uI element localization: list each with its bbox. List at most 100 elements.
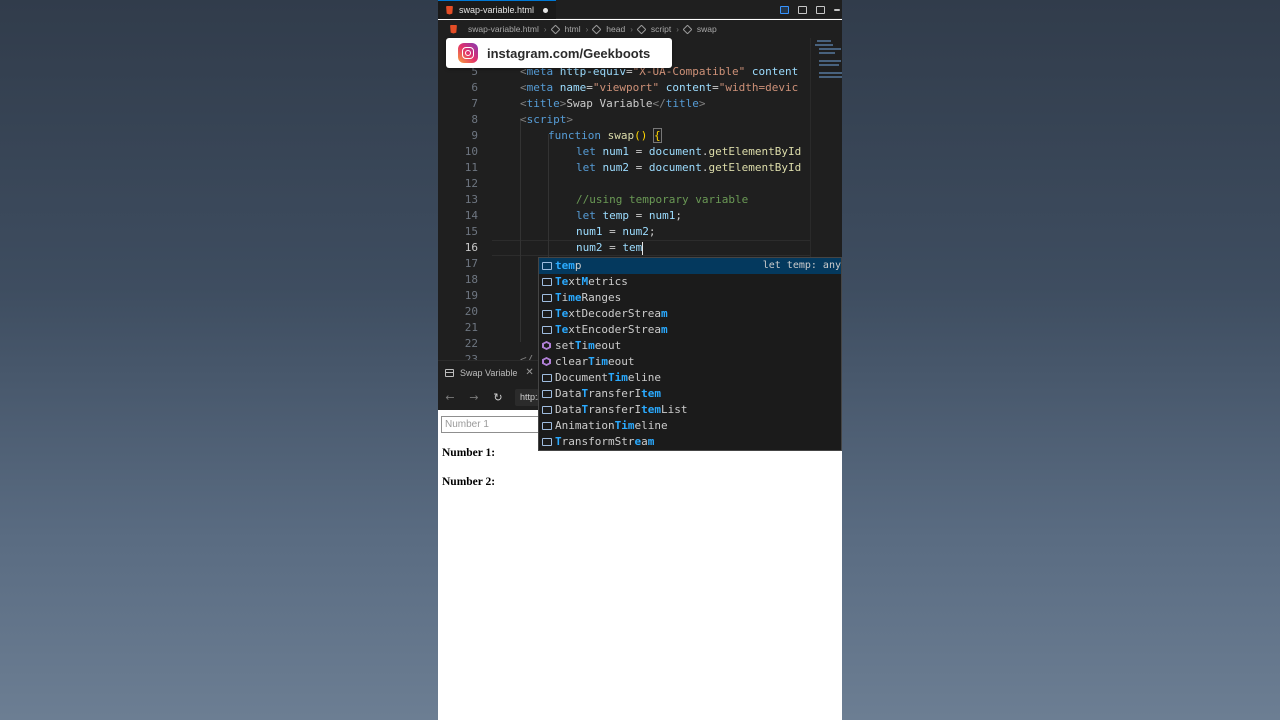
- text-cursor: [642, 241, 644, 255]
- instagram-banner: instagram.com/Geekboots: [446, 38, 672, 68]
- suggestion-label: temp: [555, 259, 582, 272]
- code-line-16: num2 = tem: [576, 241, 644, 255]
- line-number-active: 16: [464, 241, 478, 254]
- line-number: 14: [464, 209, 478, 222]
- method-icon: [542, 341, 551, 350]
- function-icon: [682, 24, 693, 34]
- autocomplete-popup: temp let temp: any TextMetrics TimeRanges Te…: [538, 257, 842, 451]
- chevron-right-icon: ›: [676, 24, 679, 34]
- suggestion-label: DataTransferItem: [555, 387, 661, 400]
- variable-icon: [542, 310, 552, 318]
- suggestion-item[interactable]: DataTransferItem: [539, 386, 841, 402]
- code-line-23: </: [520, 353, 534, 360]
- line-number: 20: [464, 305, 478, 318]
- instagram-handle: instagram.com/Geekboots: [487, 45, 651, 61]
- suggestion-item[interactable]: TimeRanges: [539, 290, 841, 306]
- code-line-15: num1 = num2;: [576, 225, 656, 238]
- indent-guide: [520, 118, 521, 342]
- line-number: 8: [471, 113, 478, 126]
- open-preview-icon[interactable]: [798, 5, 807, 14]
- back-arrow-icon[interactable]: ←: [443, 391, 457, 404]
- suggestion-label: DataTransferItemList: [555, 403, 688, 416]
- code-line-9: function swap() {: [548, 128, 662, 143]
- code-line-8: <script>: [520, 113, 573, 126]
- more-actions-icon[interactable]: [834, 8, 840, 11]
- chevron-right-icon: ›: [630, 24, 633, 34]
- suggestion-label: TransformStream: [555, 435, 655, 448]
- code-line-11: let num2 = document.getElementById: [576, 161, 802, 174]
- suggestion-item[interactable]: setTimeout: [539, 338, 841, 354]
- code-line-6: <meta name="viewport" content="width=dev…: [520, 81, 799, 94]
- line-number: 6: [471, 81, 478, 94]
- suggestion-item[interactable]: DataTransferItemList: [539, 402, 841, 418]
- line-number: 15: [464, 225, 478, 238]
- code-line-10: let num1 = document.getElementById: [576, 145, 802, 158]
- chevron-right-icon: ›: [543, 24, 547, 34]
- suggestion-item[interactable]: TransformStream: [539, 434, 841, 450]
- suggestion-label: TextDecoderStream: [555, 307, 668, 320]
- suggestion-item[interactable]: temp let temp: any: [539, 258, 841, 274]
- copilot-icon[interactable]: [780, 5, 789, 14]
- suggestion-item[interactable]: DocumentTimeline: [539, 370, 841, 386]
- suggestion-label: AnimationTimeline: [555, 419, 668, 432]
- variable-icon: [542, 422, 552, 430]
- variable-icon: [542, 278, 552, 286]
- suggestion-item[interactable]: TextMetrics: [539, 274, 841, 290]
- variable-icon: [542, 294, 552, 302]
- code-line-13: //using temporary variable: [576, 193, 749, 206]
- variable-icon: [542, 262, 552, 270]
- line-number: 12: [464, 177, 478, 190]
- variable-icon: [542, 390, 552, 398]
- line-number: 9: [471, 129, 478, 142]
- app-frame: swap-variable.html swap-variable.html › …: [438, 0, 842, 720]
- html-file-icon: [446, 5, 453, 15]
- editor-actions: [780, 0, 842, 19]
- element-icon: [591, 24, 602, 34]
- number2-label: Number 2:: [442, 476, 496, 488]
- breadcrumb-html[interactable]: html: [565, 24, 581, 34]
- browser-page-icon: [445, 368, 454, 377]
- suggestion-item[interactable]: TextDecoderStream: [539, 306, 841, 322]
- suggestion-detail: let temp: any: [762, 260, 841, 271]
- breadcrumb-file[interactable]: swap-variable.html: [468, 24, 539, 34]
- line-number: 21: [464, 321, 478, 334]
- forward-arrow-icon[interactable]: →: [467, 391, 481, 404]
- method-icon: [542, 357, 551, 366]
- line-number: 22: [464, 337, 478, 350]
- line-number: 10: [464, 145, 478, 158]
- chevron-right-icon: ›: [585, 24, 589, 34]
- suggestion-label: clearTimeout: [555, 355, 635, 368]
- line-number: 11: [464, 161, 478, 174]
- editor-tab[interactable]: swap-variable.html: [438, 0, 556, 19]
- suggestion-label: TextEncoderStream: [555, 323, 668, 336]
- suggestion-label: TimeRanges: [555, 291, 622, 304]
- variable-icon: [542, 374, 552, 382]
- editor-tab-bar: swap-variable.html: [438, 0, 842, 19]
- line-number: 23: [464, 353, 478, 360]
- browser-tab-title[interactable]: Swap Variable: [460, 368, 517, 378]
- suggestion-item[interactable]: TextEncoderStream: [539, 322, 841, 338]
- number1-label: Number 1:: [442, 447, 496, 459]
- editor-tab-label: swap-variable.html: [459, 5, 535, 15]
- breadcrumb-head[interactable]: head: [606, 24, 625, 34]
- suggestion-label: DocumentTimeline: [555, 371, 661, 384]
- close-icon[interactable]: ✕: [525, 367, 533, 378]
- breadcrumb: swap-variable.html › html › head › scrip…: [438, 20, 842, 38]
- suggestion-item[interactable]: AnimationTimeline: [539, 418, 841, 434]
- suggestion-label: TextMetrics: [555, 275, 628, 288]
- unsaved-dot-icon[interactable]: [543, 7, 549, 13]
- element-icon: [550, 24, 560, 34]
- line-number: 17: [464, 257, 478, 270]
- browser-page: Number 1 Number 1: Number 2:: [438, 410, 842, 720]
- suggestion-item[interactable]: clearTimeout: [539, 354, 841, 370]
- split-editor-icon[interactable]: [816, 5, 825, 14]
- variable-icon: [542, 438, 552, 446]
- html-file-icon: [450, 24, 457, 34]
- breadcrumb-script[interactable]: script: [651, 24, 671, 34]
- line-number: 18: [464, 273, 478, 286]
- reload-icon[interactable]: ↻: [491, 391, 505, 404]
- line-number: 19: [464, 289, 478, 302]
- breadcrumb-swap[interactable]: swap: [697, 24, 717, 34]
- current-line-highlight: [492, 240, 810, 256]
- variable-icon: [542, 406, 552, 414]
